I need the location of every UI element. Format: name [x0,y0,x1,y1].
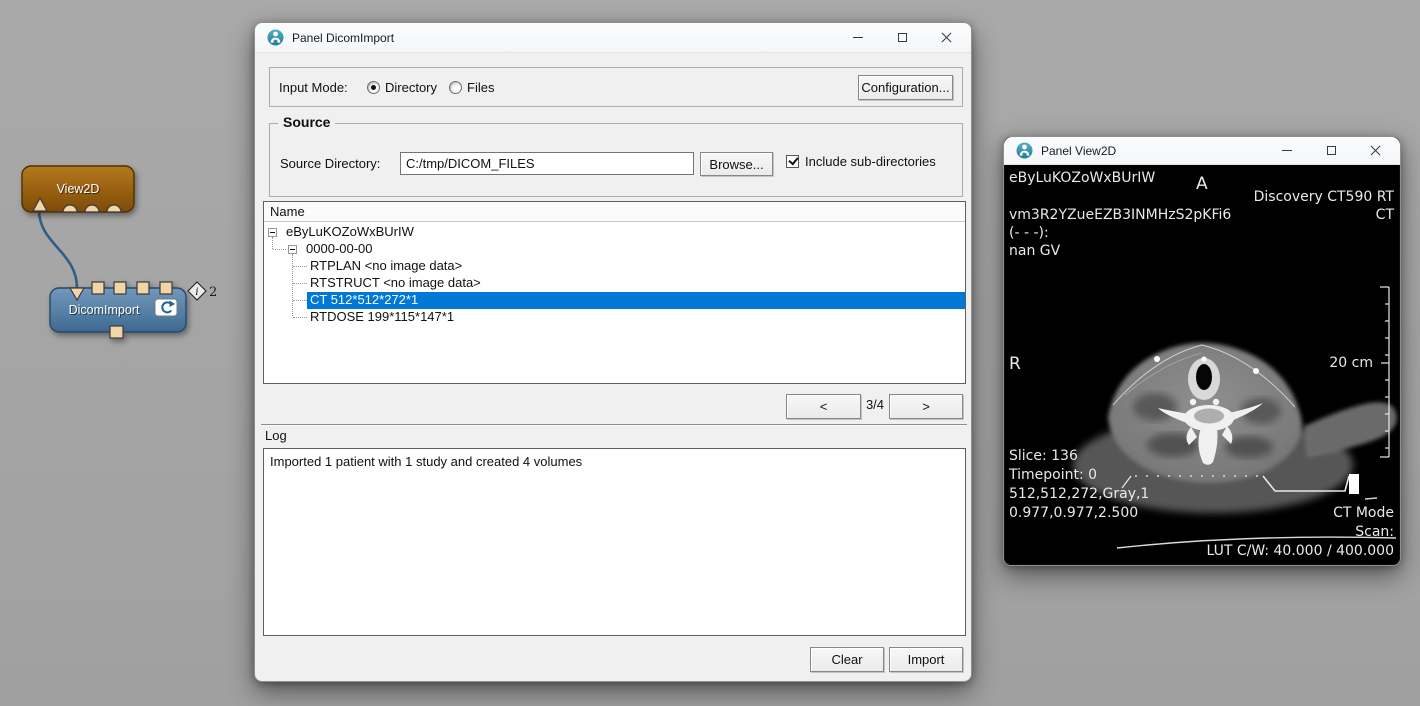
overlay-ct-mode: CT Mode [1333,505,1394,521]
tree-item-study[interactable]: 0000-00-00 [264,241,965,258]
tree-item-rtplan[interactable]: RTPLAN <no image data> [264,258,965,275]
dicom-import-titlebar[interactable]: Panel DicomImport [255,23,971,53]
radio-directory-control[interactable] [367,81,380,94]
window-title: Panel View2D [1041,144,1270,158]
checkbox-control[interactable] [786,155,799,168]
tree-leader [293,276,307,284]
reload-icon[interactable] [155,299,177,316]
dicomimport-bottom-connector[interactable] [110,326,123,338]
tree-item-label: 0000-00-00 [303,241,965,258]
import-button[interactable]: Import [889,647,963,672]
tree-item-ct-selected[interactable]: CT 512*512*272*1 [264,292,965,309]
overlay-scanner-model: Discovery CT590 RT [1254,189,1394,205]
minimize-icon [853,37,863,38]
input-mode-frame: Input Mode: Directory Files Configuratio… [269,67,963,107]
configuration-button[interactable]: Configuration... [858,75,953,100]
overlay-orientation-anterior: A [1196,174,1208,194]
tree-item-rtdose[interactable]: RTDOSE 199*115*147*1 [264,309,965,326]
clear-button[interactable]: Clear [810,647,884,672]
maximize-button[interactable] [1314,136,1348,165]
tree-item-label: CT 512*512*272*1 [307,292,965,309]
overlay-scan-label: Scan: [1355,524,1394,540]
close-icon [941,32,952,43]
tree-item-label: RTDOSE 199*115*147*1 [307,309,965,326]
source-groupbox: Source Source Directory: Browse... Inclu… [269,123,963,197]
tree-leader [293,259,307,267]
overlay-timepoint: Timepoint: 0 [1009,467,1097,483]
overlay-slice-number: Slice: 136 [1009,448,1078,464]
info-badge[interactable]: i 2 [188,282,217,300]
tree-header-name[interactable]: Name [264,202,965,222]
radio-files-control[interactable] [449,81,462,94]
collapse-icon[interactable] [288,245,297,254]
mevislab-app-icon [267,29,284,46]
node-dicomimport[interactable]: DicomImport DicomImport [50,282,186,338]
scale-ruler [1379,286,1395,458]
overlay-lut-window: LUT C/W: 40.000 / 400.000 [1206,543,1394,559]
next-volume-button[interactable]: > [889,394,963,419]
collapse-icon[interactable] [268,228,277,237]
tree-item-label: RTPLAN <no image data> [307,258,965,275]
log-output[interactable]: Imported 1 patient with 1 study and crea… [263,448,966,636]
tree-item-label: RTSTRUCT <no image data> [307,275,965,292]
info-icon: i [195,287,198,298]
radio-files[interactable]: Files [449,80,494,95]
tree-item-label: eByLuKOZoWxBUrIW [283,224,965,241]
overlay-cursor-position: (- - -): [1009,225,1049,241]
overlay-orientation-right: R [1009,354,1021,374]
overlay-dimensions: 512,512,272,Gray,1 [1009,486,1149,502]
dicom-tree[interactable]: Name eByLuKOZoWxBUrIW 0000-00-00 RTPLAN … [263,201,966,384]
minimize-icon [1282,150,1292,151]
source-directory-input[interactable] [400,152,694,175]
overlay-modality: CT [1376,207,1394,223]
source-directory-label: Source Directory: [280,156,380,171]
radio-directory-label: Directory [385,80,437,95]
overlay-series-id: vm3R2YZueEZB3INMHzS2pKFi6 [1009,207,1231,223]
close-icon [1370,145,1381,156]
radio-directory[interactable]: Directory [367,80,437,95]
ct-viewer[interactable]: eByLuKOZoWxBUrIW A Discovery CT590 RT vm… [1005,165,1399,564]
dicomimport-field-connector-3[interactable] [137,282,149,294]
dicomimport-field-connector-4[interactable] [160,282,172,294]
section-divider [261,424,967,426]
dicomimport-field-connector-1[interactable] [92,282,104,294]
maximize-button[interactable] [885,23,919,52]
tree-item-patient[interactable]: eByLuKOZoWxBUrIW [264,224,965,241]
browse-button[interactable]: Browse... [700,152,773,176]
window-title: Panel DicomImport [292,31,841,45]
log-label: Log [265,428,287,443]
tree-item-rtstruct[interactable]: RTSTRUCT <no image data> [264,275,965,292]
view2d-titlebar[interactable]: Panel View2D [1004,137,1400,165]
close-button[interactable] [929,23,963,52]
view2d-window: Panel View2D [1003,136,1401,566]
minimize-button[interactable] [1270,136,1304,165]
include-subdirectories-checkbox[interactable]: Include sub-directories [786,154,936,169]
overlay-scale-label: 20 cm [1329,355,1373,371]
minimize-button[interactable] [841,23,875,52]
overlay-patient-id: eByLuKOZoWxBUrIW [1009,170,1155,186]
node-view2d-label: View2D [57,182,100,196]
tree-leader [293,293,307,301]
dicom-import-window: Panel DicomImport Input Mode: Directory … [254,22,972,682]
overlay-gray-value: nan GV [1009,243,1060,259]
source-legend: Source [278,114,335,130]
radio-files-label: Files [467,80,494,95]
input-mode-label: Input Mode: [279,80,367,95]
node-view2d[interactable]: View2D View2D [22,166,134,212]
pager-label: 3/4 [861,397,889,412]
node-dicomimport-label: DicomImport [69,303,140,317]
connection-wire[interactable] [39,210,77,288]
dicomimport-field-connector-2[interactable] [114,282,126,294]
previous-volume-button[interactable]: < [786,394,861,419]
overlay-voxel-spacing: 0.977,0.977,2.500 [1009,505,1138,521]
tree-leader [293,310,307,318]
info-badge-count: 2 [209,285,217,300]
mevislab-app-icon [1016,142,1033,159]
maximize-icon [898,33,907,42]
close-button[interactable] [1358,136,1392,165]
maximize-icon [1327,146,1336,155]
include-subdirectories-label: Include sub-directories [805,154,936,169]
node-graph-canvas: View2D View2D DicomImport DicomImport i … [0,148,250,368]
